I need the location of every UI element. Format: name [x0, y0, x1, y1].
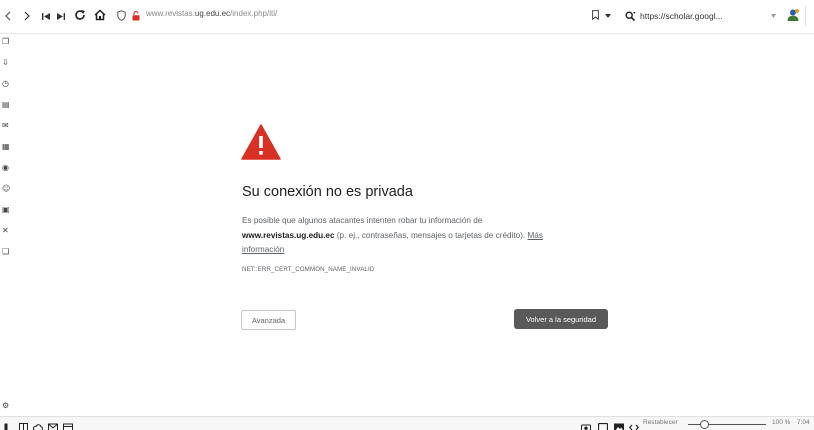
- tab-tiling-icon[interactable]: [19, 419, 28, 430]
- chevron-down-icon[interactable]: [605, 13, 611, 18]
- error-page: Su conexión no es privada Es posible que…: [0, 34, 814, 416]
- error-description: Es posible que algunos atacantes intente…: [242, 214, 582, 258]
- panel-toggle-icon[interactable]: [4, 419, 13, 430]
- mail-status-icon[interactable]: [48, 419, 58, 430]
- reload-icon[interactable]: [74, 9, 86, 21]
- description-tail: (p. ej., contraseñas, mensajes o tarjeta…: [334, 230, 528, 240]
- page-title: Su conexión no es privada: [242, 184, 413, 200]
- search-text: https://scholar.googl...: [640, 11, 723, 21]
- back-icon[interactable]: [4, 10, 12, 22]
- url-domain: ug.edu.ec: [194, 9, 231, 18]
- cloud-sync-icon[interactable]: [33, 419, 44, 430]
- description-domain: www.revistas.ug.edu.ec: [242, 230, 335, 240]
- forward-icon[interactable]: [23, 10, 31, 22]
- image-icon[interactable]: [614, 419, 624, 430]
- back-to-safety-button[interactable]: Volver a la seguridad: [514, 309, 608, 329]
- camera-icon[interactable]: [581, 419, 591, 430]
- url-prefix: www.revistas.: [146, 9, 195, 18]
- clock: 7:04: [797, 419, 810, 426]
- code-icon[interactable]: [629, 419, 639, 430]
- last-page-icon[interactable]: [56, 11, 65, 21]
- advanced-button[interactable]: Avanzada: [241, 310, 296, 330]
- lock-broken-icon[interactable]: [131, 10, 140, 21]
- warning-icon: [241, 124, 281, 160]
- bookmark-icon[interactable]: [591, 9, 600, 21]
- window-icon[interactable]: [597, 419, 609, 430]
- status-bar: Restablecer 100 % 7:04: [0, 416, 814, 430]
- url-path: /index.php/iti/: [230, 9, 278, 18]
- zoom-slider-handle[interactable]: [700, 420, 709, 429]
- search-engine-icon: [625, 10, 636, 22]
- search-dropdown-icon[interactable]: [770, 13, 776, 18]
- shield-icon[interactable]: [116, 9, 126, 21]
- zoom-level: 100 %: [772, 419, 791, 426]
- first-page-icon[interactable]: [42, 11, 51, 21]
- description-intro: Es posible que algunos atacantes intente…: [242, 216, 483, 225]
- home-icon[interactable]: [94, 9, 106, 21]
- address-bar[interactable]: www.revistas.ug.edu.ec/index.php/iti/: [146, 9, 277, 18]
- search-input[interactable]: https://scholar.googl...: [625, 8, 765, 24]
- profile-icon[interactable]: [786, 8, 800, 22]
- browser-toolbar: www.revistas.ug.edu.ec/index.php/iti/ ht…: [0, 0, 814, 34]
- toolbar-separator: [805, 6, 806, 26]
- calendar-status-icon[interactable]: [63, 419, 73, 430]
- error-code: NET::ERR_CERT_COMMON_NAME_INVALID: [242, 266, 375, 273]
- zoom-reset-button[interactable]: Restablecer: [643, 419, 678, 426]
